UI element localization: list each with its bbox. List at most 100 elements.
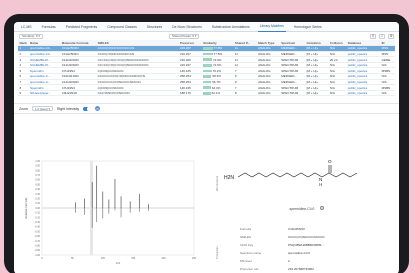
export-icon[interactable]: ⇩ (379, 33, 385, 39)
property-value[interactable]: 2 (288, 259, 290, 263)
similarity-bar (203, 86, 211, 90)
table-cell: CC(=O)NCCCCNCCCN (96, 90, 179, 97)
y-tick-label: 0.30 (35, 193, 40, 196)
similarity-bar (203, 92, 211, 95)
compound-name-info-icon[interactable]: i (320, 206, 324, 210)
table-cell: N/A (380, 90, 395, 97)
property-key: Precursor m/z (240, 267, 259, 271)
tab-compound-classes[interactable]: Compound Classes (105, 22, 139, 32)
y-tick-label: -0.20 (35, 216, 41, 219)
y-tick-label: -0.10 (35, 212, 41, 215)
property-key: Formula (240, 227, 252, 231)
y-axis-label: Relative Intensity (24, 197, 28, 219)
structure-bond (237, 172, 358, 178)
spectrum-toolbar: Zoom 1.0 (best) ▾ Right Intensity ↻ (14, 103, 399, 115)
property-value[interactable]: 216.207688733962 (288, 267, 314, 271)
y-tick-label: -0.80 (35, 245, 41, 248)
property-row: MS level 2 (240, 259, 390, 263)
tab-bar: LC-MS Formulas Predicted Fragments Compo… (14, 22, 399, 32)
table-cell: N/A (328, 90, 347, 97)
right-intensity-label: Right Intensity (56, 106, 80, 111)
precursor-band (90, 161, 93, 255)
shared-peaks-filter-label: Shared Peaks (171, 34, 191, 38)
property-row: Precursor m/z 216.207688733962 (240, 267, 390, 271)
structure-drawing: H2N N H O spermidine-C4:0 (224, 159, 358, 211)
similarity-bar (203, 80, 212, 84)
settings-icon[interactable]: ⚙ (388, 33, 394, 39)
library-matches-table: Rank Name Molecular Formula SMILES Precu… (18, 40, 395, 97)
tab-homologue-series[interactable]: Homologue Series (292, 22, 324, 32)
app-screen: LC-MS Formulas Predicted Fragments Compo… (14, 22, 399, 273)
y-tick-label: 0.50 (35, 183, 40, 186)
similarity-value: 64.3% (211, 85, 221, 90)
similarity-value: 77.8% (213, 46, 223, 51)
similarity-value: 66.7% (212, 79, 221, 84)
zoom-value: 1.0 (best) (34, 106, 48, 111)
y-tick-label: -0.70 (35, 240, 41, 243)
shared-peaks-filter[interactable]: Shared Peaks: 0 ▾ (168, 33, 200, 39)
x-axis-label: m/z (116, 261, 121, 265)
table-cell: 9 (18, 90, 29, 97)
similarity-value: 72.6% (212, 63, 222, 68)
tab-substructure-annotations[interactable]: Substructure Annotations (210, 22, 252, 32)
x-tick-label: 200 (162, 257, 167, 260)
table-cell: public_spectra (346, 90, 381, 97)
similarity-filter[interactable]: Similarity: 0 ▾ (19, 33, 43, 39)
x-tick-label: 250 (192, 257, 197, 260)
table-cell: 188.176 (178, 90, 202, 97)
similarity-value: 68.9% (212, 74, 221, 79)
property-value[interactable]: CCCC(=O)NCCCCNCCCN (288, 235, 324, 239)
x-tick-label: 50 (71, 257, 74, 260)
similarity-value: 72.6% (212, 57, 222, 62)
carbonyl-o-label: O (328, 159, 332, 164)
compound-details-panel: 2D structure Properties H2N N H O spermi… (212, 155, 398, 273)
similarity-bar (203, 75, 212, 78)
table-cell: [M + H]+ (305, 90, 329, 97)
property-key: InChI Key (240, 243, 254, 247)
similarity-bar (203, 52, 213, 56)
x-tick-label: 100 (101, 257, 106, 260)
compound-name: spermidine-C4:0 (290, 207, 315, 211)
similarity-value: 62.1% (211, 91, 221, 96)
y-tick-label: -1.00 (35, 254, 41, 257)
similarity-bar (203, 47, 213, 50)
table-cell: SPECTRUM (279, 90, 306, 97)
tab-lcms[interactable]: LC-MS (19, 22, 34, 32)
bottom-panels: 1.00 0.90 0.80 0.70 0.60 0.50 0.40 0.30 0.20 0.10… (14, 155, 399, 273)
filter-icon[interactable]: ⚲ (370, 33, 376, 39)
zoom-label: Zoom (19, 106, 28, 111)
property-value[interactable]: spermidine-C4:0 (288, 251, 310, 255)
tab-predicted-fragments[interactable]: Predicted Fragments (64, 22, 99, 32)
y-tick-label: -0.60 (35, 235, 41, 238)
tab-library-matches[interactable]: Library Matches (257, 22, 286, 32)
y-tick-label: 0.80 (35, 169, 40, 172)
y-tick-label: 0.40 (35, 188, 40, 191)
table-cell: 62.1% (201, 90, 234, 97)
similarity-value: 70.2% (212, 68, 222, 73)
property-key: MS level (240, 259, 252, 263)
y-tick-label: 1.00 (35, 160, 40, 163)
property-value[interactable]: PSQOBWHRBBMOMPB-... (288, 243, 325, 247)
y-tick-label: -0.30 (35, 221, 41, 224)
property-key: SMILES (240, 235, 252, 239)
property-value[interactable]: C11H25N3O (288, 227, 305, 231)
refresh-icon[interactable]: ↻ (95, 106, 101, 112)
y-tick-label: -0.50 (35, 230, 41, 233)
property-row: InChI Key PSQOBWHRBBMOMPB-... (240, 243, 390, 247)
y-tick-label: 0.20 (35, 198, 40, 201)
zoom-select[interactable]: 1.0 (best) ▾ (31, 106, 53, 112)
property-row: Spectrum name spermidine-C4:0 (240, 251, 390, 255)
table-row[interactable]: 9 N8-acetylsper... C9H21N3O CC(=O)NCCCCNCCC… (18, 90, 395, 97)
table-cell: C9H21N3O (60, 90, 97, 97)
property-row: SMILES CCCC(=O)NCCCCNCCCN (240, 235, 390, 239)
table-cell: ANALOG (256, 90, 280, 97)
amide-h-label: H (319, 182, 322, 187)
right-intensity-toggle[interactable] (83, 106, 92, 112)
similarity-bar (203, 64, 212, 67)
table-cell: N8-acetylsper... (28, 90, 61, 97)
tab-structures[interactable]: Structures (145, 22, 164, 32)
tab-formulas[interactable]: Formulas (40, 22, 58, 32)
similarity-filter-value: 0 (35, 34, 38, 38)
x-tick-label: 150 (131, 257, 136, 260)
tab-de-novo-structures[interactable]: De Novo Structures (170, 22, 204, 32)
